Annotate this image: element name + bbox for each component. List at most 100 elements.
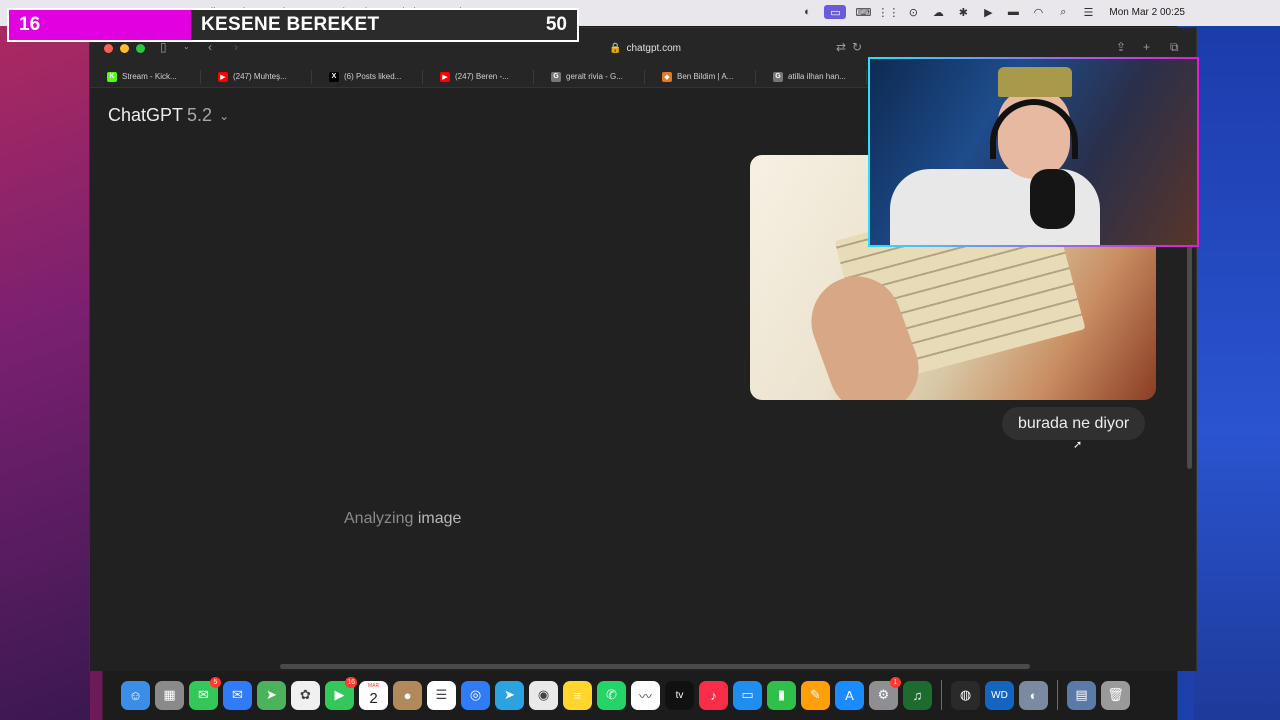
app-glyph: ◎: [469, 687, 482, 702]
google-icon: G: [551, 71, 561, 82]
maps-icon[interactable]: ➤: [257, 680, 286, 710]
app-glyph: ☰: [435, 687, 448, 702]
bookmark-label: Stream - Kick...: [122, 72, 177, 81]
bookmark-item[interactable]: X (6) Posts liked...: [312, 69, 423, 84]
chrome-icon[interactable]: ◉: [529, 680, 558, 710]
contacts-icon[interactable]: ●: [393, 680, 422, 710]
reminders-icon[interactable]: ☰: [427, 680, 456, 710]
app-glyph: ♪: [710, 687, 717, 703]
whatsapp-icon[interactable]: ✆: [597, 680, 626, 710]
record-icon[interactable]: ⊙: [905, 5, 921, 19]
translate-icon[interactable]: ⇄: [836, 40, 846, 54]
dock: ☺ ▦ ✉ 5 ✉ ➤ ✿ ▶ 16 MAR 2 ● ☰ ◎ ➤ ◉ ≡ ✆ 〰 tv ♪ ▭ ▮ ✎ A ⚙ 1 ♫ ◍ WD ◐ ▤ 🗑: [113, 673, 1167, 717]
horizontal-scrollbar[interactable]: [280, 664, 1030, 669]
app-glyph: ●: [403, 687, 412, 703]
bookmark-label: (247) Beren -...: [455, 72, 509, 81]
zoom-window-button[interactable]: [136, 44, 145, 53]
launchpad-icon[interactable]: ▦: [155, 680, 184, 710]
bookmark-label: atilla ilhan han...: [788, 72, 846, 81]
finder-icon[interactable]: ☺: [121, 680, 150, 710]
bookmark-item[interactable]: Gatilla ilhan han...: [756, 69, 867, 84]
safari-icon[interactable]: ◎: [461, 680, 490, 710]
app-glyph: ✉: [232, 687, 243, 702]
chevron-down-icon[interactable]: ⌄: [183, 42, 190, 51]
freeform-icon[interactable]: 〰: [631, 680, 660, 710]
control-center-icon[interactable]: ☰: [1080, 5, 1096, 19]
close-window-button[interactable]: [104, 44, 113, 53]
bluetooth-icon[interactable]: ✱: [955, 5, 971, 19]
minimize-window-button[interactable]: [120, 44, 129, 53]
cloud-icon[interactable]: ☁: [930, 5, 946, 19]
play-icon[interactable]: ▶: [980, 5, 996, 19]
notification-badge: 16: [345, 676, 357, 688]
search-icon[interactable]: ⌕: [1055, 5, 1071, 19]
trash-icon[interactable]: 🗑: [1101, 680, 1130, 710]
notes-icon[interactable]: ≡: [563, 680, 592, 710]
bookmark-label: Ben Bildim | A...: [677, 72, 734, 81]
back-icon[interactable]: ‹: [208, 40, 212, 54]
x-icon: X: [329, 71, 339, 82]
facetime-icon[interactable]: ▶ 16: [325, 676, 357, 710]
numbers-icon[interactable]: ▮: [767, 680, 796, 710]
bookmark-item[interactable]: ▶ (247) Beren -...: [423, 69, 534, 84]
sidebar-icon[interactable]: ▯: [160, 40, 167, 54]
grid-icon[interactable]: ⋮⋮: [877, 5, 899, 19]
chevron-down-icon: ⌄: [219, 108, 230, 123]
calendar-day: 2: [369, 689, 378, 707]
bookmark-item[interactable]: ◆ Ben Bildim | A...: [645, 69, 756, 84]
system-settings-icon[interactable]: ⚙ 1: [869, 676, 901, 710]
app-glyph: ✆: [606, 687, 617, 702]
wifi-icon[interactable]: ◠: [1030, 5, 1046, 19]
messages-icon[interactable]: ✉ 5: [189, 676, 221, 710]
calendar-icon[interactable]: MAR 2: [359, 680, 388, 710]
app-glyph: ➤: [504, 687, 515, 702]
youtube-icon: ▶: [218, 71, 228, 82]
app-glyph: ♫: [912, 687, 923, 703]
obs-icon[interactable]: ◍: [951, 680, 980, 710]
guitar-app-icon[interactable]: ♫: [903, 680, 932, 710]
vertical-scrollbar[interactable]: [1187, 239, 1192, 469]
bookmark-label: (6) Posts liked...: [344, 72, 402, 81]
reload-icon[interactable]: ↻: [852, 40, 862, 54]
model-selector[interactable]: ChatGPT 5.2 ⌄: [108, 105, 229, 126]
new-tab-icon[interactable]: +: [1143, 40, 1150, 54]
dock-separator: [1057, 680, 1058, 710]
model-name: ChatGPT: [108, 105, 184, 125]
app-glyph: WD: [991, 689, 1008, 701]
app-glyph: ◉: [537, 687, 550, 702]
music-icon[interactable]: ♪: [699, 680, 728, 710]
keynote-icon[interactable]: ▭: [733, 680, 762, 710]
bookmark-item[interactable]: K Stream - Kick...: [90, 69, 201, 84]
bookmark-item[interactable]: ▶ (247) Muhteş...: [201, 69, 312, 84]
keyboard-icon[interactable]: ⌨: [855, 5, 871, 19]
theme-icon[interactable]: ◐: [799, 5, 815, 19]
pages-icon[interactable]: ✎: [801, 680, 830, 710]
tab-overview-icon[interactable]: ⧉: [1170, 40, 1179, 55]
downloads-stack-icon[interactable]: ▤: [1067, 680, 1096, 710]
goal-count: 16: [19, 14, 41, 35]
wd-discovery-icon[interactable]: WD: [985, 680, 1014, 710]
photos-icon[interactable]: ✿: [291, 680, 320, 710]
battery-icon[interactable]: ▬: [1005, 5, 1021, 19]
apple-tv-icon[interactable]: tv: [665, 680, 694, 710]
clock[interactable]: Mon Mar 2 00:25: [1109, 7, 1185, 18]
mail-icon[interactable]: ✉: [223, 680, 252, 710]
forward-icon[interactable]: ›: [234, 40, 238, 54]
app-glyph: ✿: [300, 687, 311, 702]
telegram-icon[interactable]: ➤: [495, 680, 524, 710]
youtube-icon: ▶: [440, 71, 450, 82]
share-icon[interactable]: ⇪: [1116, 40, 1126, 54]
app-glyph: ☺: [128, 687, 143, 703]
preview-icon[interactable]: ◐: [1019, 680, 1048, 710]
screen-share-icon[interactable]: ▭: [824, 5, 847, 19]
app-glyph: ⚙: [877, 687, 890, 702]
app-glyph: ✉: [198, 687, 209, 702]
calendar-month: MAR: [367, 682, 380, 689]
app-glyph: ◍: [959, 687, 972, 702]
app-store-icon[interactable]: A: [835, 680, 864, 710]
desktop-wallpaper-left: [0, 0, 90, 720]
bookmark-item[interactable]: Ggeralt rivia - G...: [534, 69, 645, 84]
goal-target: 50: [545, 14, 567, 35]
bookmark-label: (247) Muhteş...: [233, 72, 287, 81]
notification-badge: 5: [210, 676, 221, 688]
